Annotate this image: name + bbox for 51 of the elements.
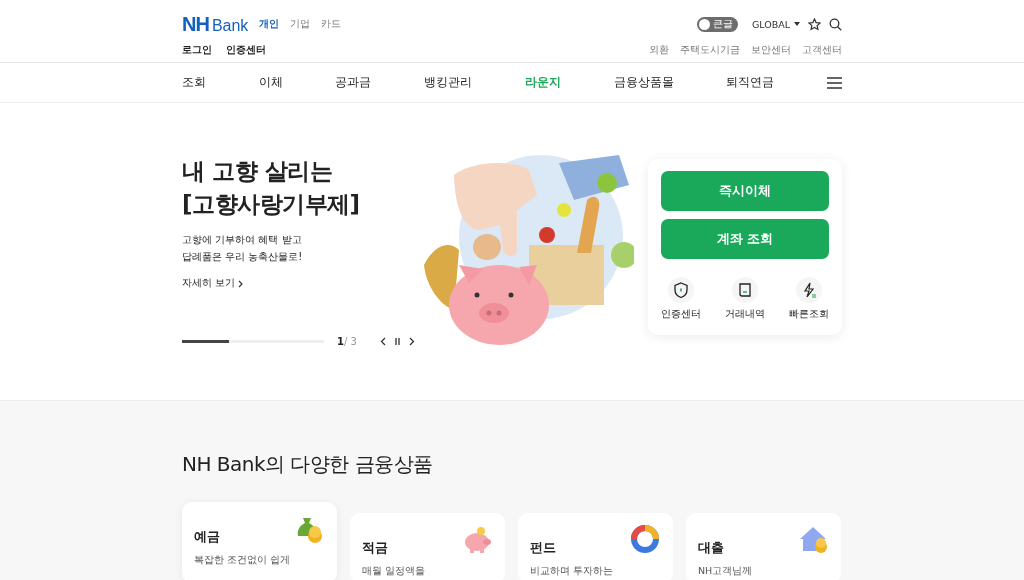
utility-link[interactable]: 외환 <box>649 43 669 57</box>
hero-description: 고향에 기부하여 혜택 받고 <box>182 233 303 247</box>
chevron-left-icon[interactable] <box>379 337 386 346</box>
shortcut-item[interactable]: 인증센터 <box>661 277 701 321</box>
product-description: 비교하며 투자하는 <box>530 565 615 578</box>
nav-tab[interactable]: 조회 <box>182 74 206 91</box>
chevron-right-icon <box>238 279 244 288</box>
hero-description: 답례품은 우리 농축산물로! <box>182 250 304 264</box>
product-card[interactable]: 예금 복잡한 조건없이 쉽게 <box>182 502 337 580</box>
utility-link[interactable]: 고객센터 <box>802 43 842 57</box>
product-card[interactable]: 대출 NH고객님께 <box>686 513 841 580</box>
product-name: 대출 <box>698 539 724 557</box>
nav-tab[interactable]: 공과금 <box>335 74 372 91</box>
product-card[interactable]: 펀드 비교하며 투자하는 <box>518 513 673 580</box>
nav-tab[interactable]: 이체 <box>258 74 283 91</box>
segment-tab[interactable]: 개인 <box>259 17 280 31</box>
utility-link[interactable]: 주택도시기금 <box>680 43 740 57</box>
hero-title: 내 고향 살리는 <box>182 157 333 186</box>
page-total: / 3 <box>343 336 357 347</box>
product-description: NH고객님께 <box>698 565 754 578</box>
product-description: 매월 일정액을 <box>362 565 427 578</box>
product-name: 펀드 <box>530 539 556 557</box>
shield-icon <box>671 280 691 300</box>
nav-tab[interactable]: 뱅킹관리 <box>424 74 473 91</box>
language-dropdown[interactable]: GLOBAL <box>751 18 790 30</box>
nav-tab[interactable]: 퇴직연금 <box>726 74 775 91</box>
page-current: 1 <box>337 336 344 347</box>
donut-chart-icon <box>629 523 661 555</box>
account-link[interactable]: 로그인 <box>182 43 212 57</box>
shortcut-item[interactable]: 빠른조회 <box>789 277 829 321</box>
shortcut-item[interactable]: 거래내역 <box>725 277 765 321</box>
chevron-right-icon[interactable] <box>408 337 415 346</box>
segment-tab[interactable]: 기업 <box>290 17 311 31</box>
account-link[interactable]: 인증센터 <box>226 43 266 57</box>
product-name: 예금 <box>194 528 220 546</box>
star-icon[interactable] <box>808 17 821 31</box>
nh-bank-logo[interactable]: NH Bank <box>182 12 249 36</box>
hero-title: [고향사랑기부제] <box>182 190 361 219</box>
menu-icon[interactable] <box>826 76 842 89</box>
product-name: 적금 <box>362 539 388 557</box>
section-title: NH Bank의 다양한 금융상품 <box>182 451 434 478</box>
caret-icon <box>794 22 800 26</box>
segment-tab[interactable]: 카드 <box>321 17 342 31</box>
more-link[interactable]: 자세히 보기 <box>182 277 244 290</box>
search-icon[interactable] <box>829 17 842 31</box>
large-text-toggle[interactable]: 큰글 <box>696 16 738 32</box>
nav-tab[interactable]: 금융상품몰 <box>613 74 674 91</box>
product-card[interactable]: 적금 매월 일정액을 <box>350 513 505 580</box>
utility-link[interactable]: 보안센터 <box>751 43 791 57</box>
pause-icon[interactable] <box>394 338 400 345</box>
product-description: 복잡한 조건없이 쉽게 <box>194 554 292 567</box>
